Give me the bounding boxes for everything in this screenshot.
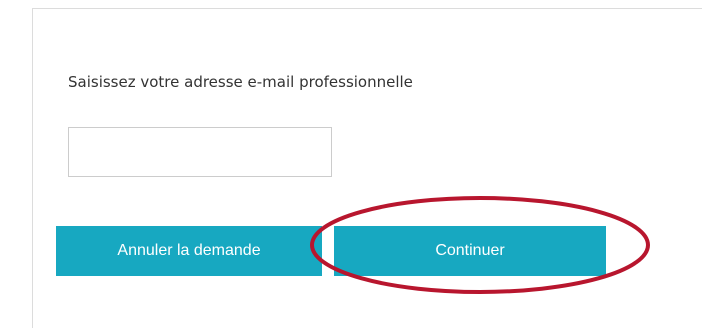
continue-button[interactable]: Continuer — [334, 226, 606, 276]
email-prompt-label: Saisissez votre adresse e-mail professio… — [68, 73, 413, 91]
email-field[interactable] — [68, 127, 332, 177]
cancel-request-button[interactable]: Annuler la demande — [56, 226, 322, 276]
